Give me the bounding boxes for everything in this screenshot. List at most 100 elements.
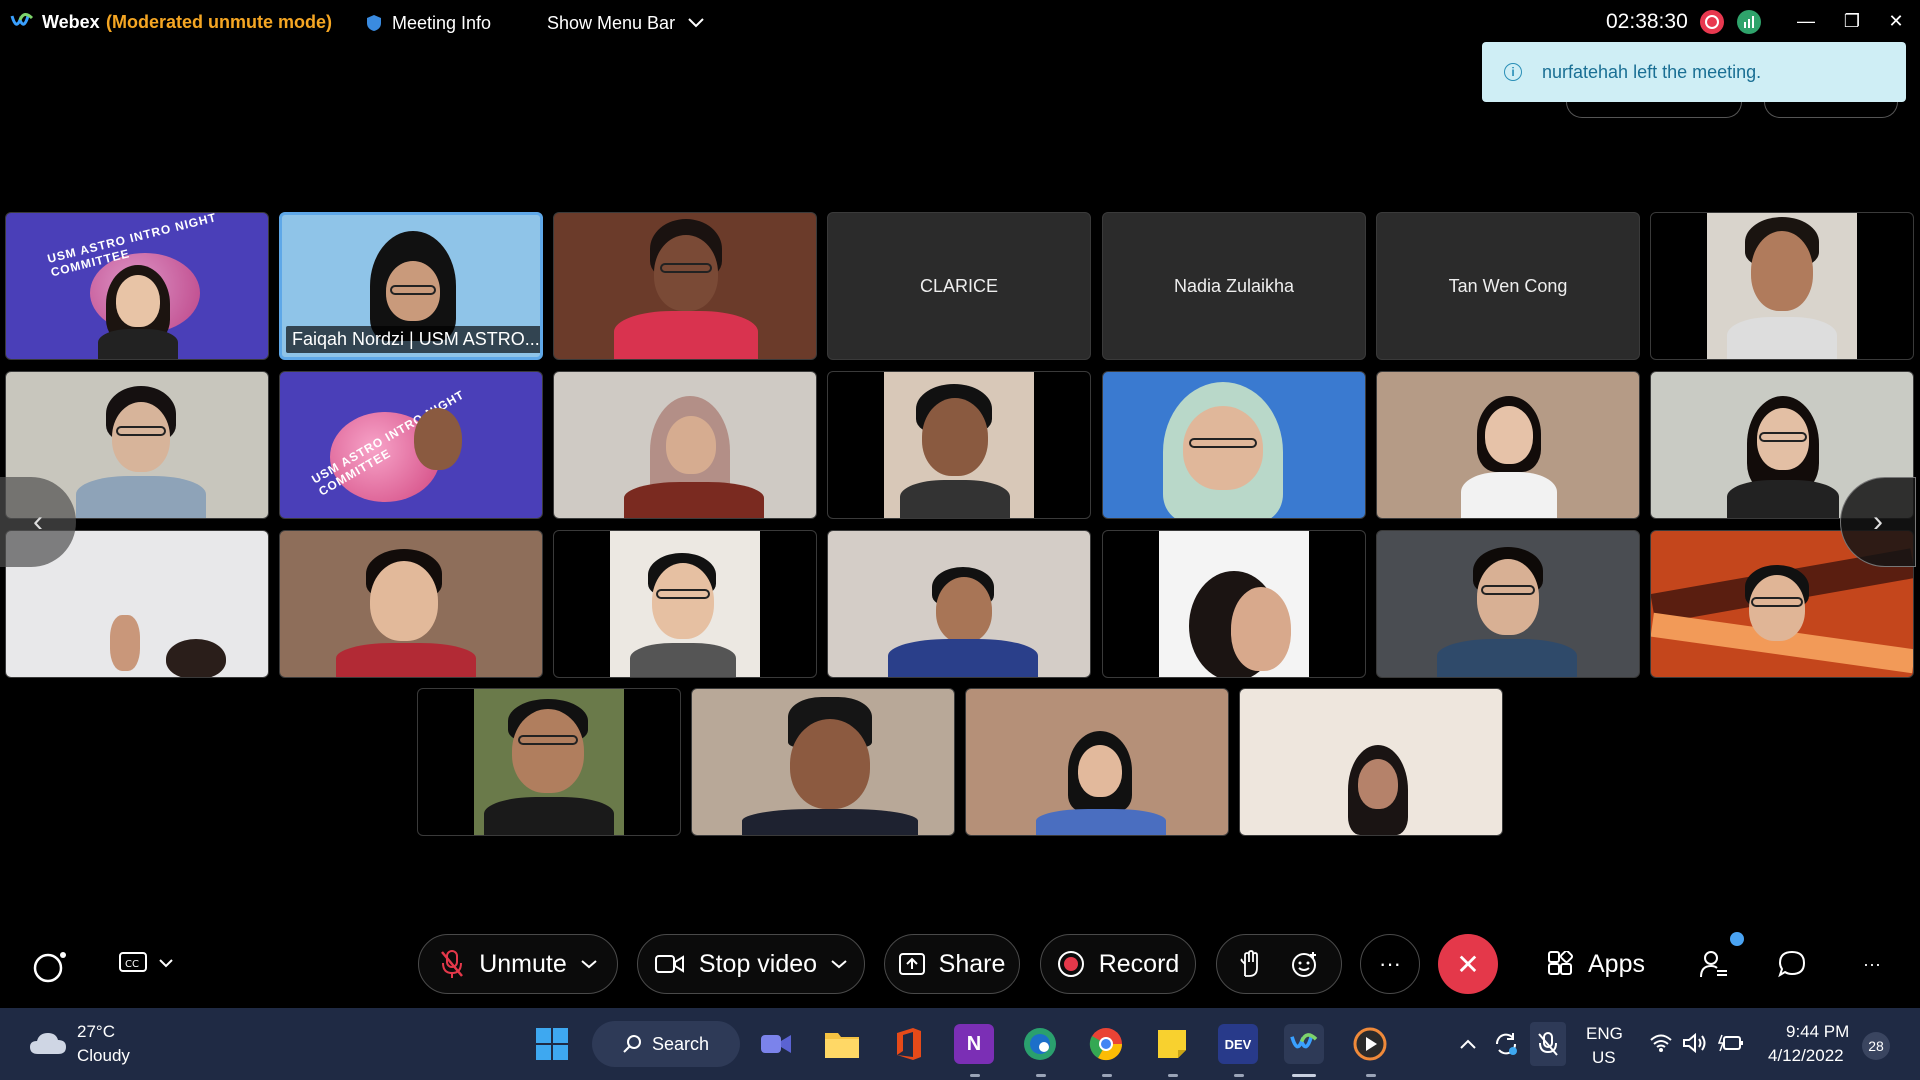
participant-face [654, 235, 718, 311]
participant-tile[interactable] [553, 212, 817, 360]
app-name: Webex [42, 12, 100, 32]
participant-tile[interactable] [1102, 371, 1366, 519]
toast-message: nurfatehah left the meeting. [1542, 61, 1762, 82]
participant-body [900, 480, 1010, 518]
raise-hand-icon[interactable] [1239, 950, 1261, 978]
participant-body [1461, 472, 1557, 518]
record-button[interactable]: Record [1040, 934, 1196, 994]
unmute-button[interactable]: Unmute [418, 934, 618, 994]
participant-tile[interactable]: USM ASTRO INTRO NIGHT COMMITTEE [279, 371, 543, 519]
sticky-notes-icon[interactable] [1152, 1024, 1192, 1064]
chevron-up-icon [1460, 1039, 1476, 1049]
participant-tile[interactable] [691, 688, 955, 836]
participants-button[interactable] [1696, 946, 1732, 982]
close-window-button[interactable]: ✕ [1878, 6, 1914, 36]
chat-bubble-icon [1778, 950, 1806, 978]
office-logo-icon [897, 1028, 921, 1060]
battery-icon[interactable] [1718, 1030, 1744, 1056]
start-button[interactable] [532, 1024, 572, 1064]
clock-date[interactable]: 4/12/2022 [1768, 1046, 1844, 1066]
play-icon [1353, 1027, 1387, 1061]
media-player-icon[interactable] [1350, 1024, 1390, 1064]
participant-body [1727, 480, 1839, 518]
file-explorer-icon[interactable] [822, 1024, 862, 1064]
chevron-down-icon [159, 959, 173, 968]
volume-icon[interactable] [1682, 1030, 1708, 1056]
participant-tile-no-video[interactable]: CLARICE [827, 212, 1091, 360]
share-screen-icon [898, 953, 925, 975]
participant-tile[interactable] [417, 688, 681, 836]
chat-button[interactable] [1774, 946, 1810, 982]
video-frame [474, 689, 624, 835]
participant-tile[interactable] [553, 530, 817, 678]
participant-body [1036, 809, 1166, 835]
meeting-info-label: Meeting Info [392, 12, 492, 33]
weather-description[interactable]: Cloudy [77, 1046, 130, 1066]
muted-microphone-icon [441, 950, 464, 978]
edge-browser-icon[interactable] [1020, 1024, 1060, 1064]
participant-glasses [1189, 438, 1257, 448]
teams-chat-icon[interactable] [756, 1024, 796, 1064]
chrome-browser-icon[interactable] [1086, 1024, 1126, 1064]
participant-body [624, 482, 764, 518]
participant-face [112, 402, 170, 472]
search-icon [623, 1035, 641, 1053]
wifi-icon[interactable] [1648, 1030, 1674, 1056]
show-hidden-icons-button[interactable] [1456, 1032, 1480, 1056]
language-line2[interactable]: US [1592, 1048, 1616, 1068]
participant-body [888, 639, 1038, 677]
windows-logo-icon [536, 1028, 568, 1060]
office-icon[interactable] [888, 1024, 928, 1064]
overflow-menu-button[interactable]: ··· [1854, 946, 1890, 982]
participant-tile[interactable]: USM ASTRO INTRO NIGHT COMMITTEE [5, 212, 269, 360]
notification-center-badge[interactable]: 28 [1862, 1032, 1890, 1060]
apps-button[interactable]: Apps [1548, 946, 1645, 982]
participant-tile[interactable] [279, 530, 543, 678]
taskbar-search[interactable]: Search [592, 1021, 740, 1067]
participant-face [414, 408, 462, 470]
onenote-icon[interactable]: N [954, 1024, 994, 1064]
clock-time[interactable]: 9:44 PM [1786, 1022, 1849, 1042]
leave-meeting-button[interactable]: ✕ [1438, 934, 1498, 994]
participant-tile-no-video[interactable]: Nadia Zulaikha [1102, 212, 1366, 360]
captions-button[interactable]: CC [114, 946, 178, 980]
microphone-muted-tray-icon[interactable] [1530, 1022, 1566, 1066]
dev-cpp-icon[interactable]: DEV [1218, 1024, 1258, 1064]
svg-text:CC: CC [125, 959, 139, 970]
sync-icon[interactable] [1492, 1030, 1520, 1058]
moderated-mode-label: (Moderated unmute mode) [106, 12, 333, 32]
show-menu-bar-button[interactable]: Show Menu Bar [547, 8, 705, 38]
meeting-info-button[interactable]: Meeting Info [366, 8, 491, 38]
webex-taskbar-icon[interactable] [1284, 1024, 1324, 1064]
reaction-smiley-icon[interactable] [1291, 950, 1319, 978]
participant-glasses [116, 426, 166, 436]
participant-tile[interactable] [827, 530, 1091, 678]
restore-button[interactable]: ❐ [1834, 6, 1870, 36]
participant-tile-active-speaker[interactable]: Faiqah Nordzi | USM ASTRO... [279, 212, 543, 360]
participant-tile[interactable] [1102, 530, 1366, 678]
meeting-assistant-icon[interactable] [30, 946, 70, 986]
participant-tile[interactable] [553, 371, 817, 519]
participant-tile[interactable] [1239, 688, 1503, 836]
language-line1[interactable]: ENG [1586, 1024, 1623, 1044]
participant-tile-no-video[interactable]: Tan Wen Cong [1376, 212, 1640, 360]
share-button[interactable]: Share [884, 934, 1020, 994]
recording-status-icon[interactable] [1700, 10, 1724, 34]
sticky-note-icon [1158, 1030, 1186, 1058]
more-options-button[interactable]: ··· [1360, 934, 1420, 994]
participant-tile[interactable] [1376, 371, 1640, 519]
windows-taskbar: Search N DEV ENG US 9:44 PM 4/12/2022 28 [0, 1008, 1920, 1080]
stop-video-button[interactable]: Stop video [637, 934, 865, 994]
participant-tile[interactable] [965, 688, 1229, 836]
minimize-button[interactable]: — [1788, 6, 1824, 36]
cloudy-weather-icon[interactable] [28, 1030, 68, 1056]
network-stats-icon[interactable] [1737, 10, 1761, 34]
record-icon [1057, 951, 1084, 977]
chrome-logo-icon [1089, 1028, 1123, 1061]
participant-tile[interactable] [827, 371, 1091, 519]
weather-temperature[interactable]: 27°C [77, 1022, 115, 1042]
participant-body [336, 643, 476, 677]
participant-tile[interactable] [1650, 212, 1914, 360]
participant-tile[interactable] [1376, 530, 1640, 678]
apps-grid-icon [1548, 951, 1574, 975]
